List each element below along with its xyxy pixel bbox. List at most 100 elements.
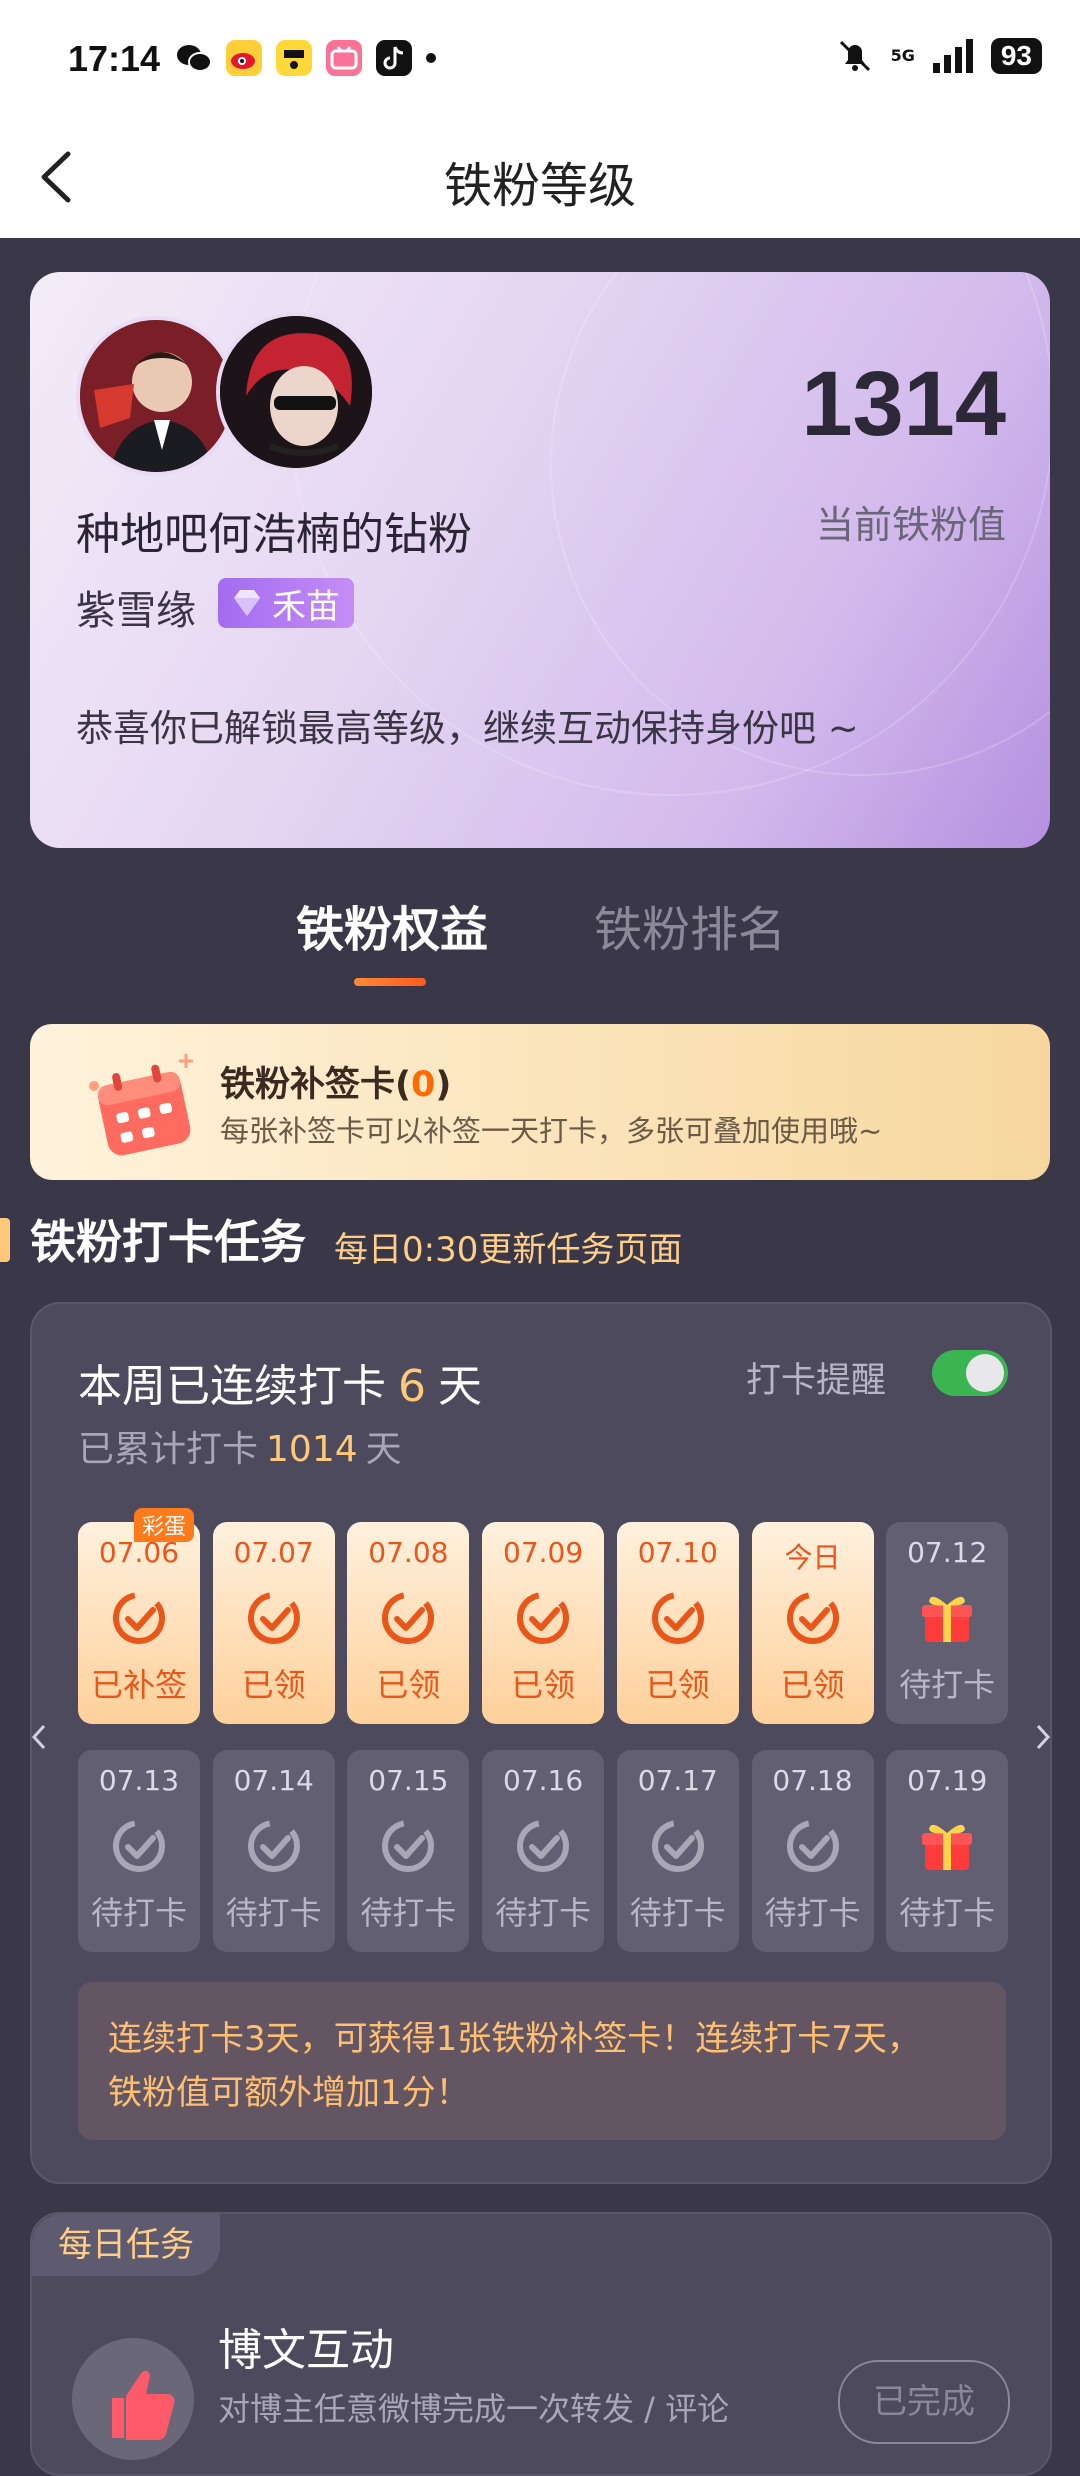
checkin-day-1[interactable]: 07.06 已补签 彩蛋 <box>78 1508 200 1724</box>
tab-fan-ranking[interactable]: 铁粉排名 <box>594 890 786 960</box>
easter-egg-badge: 彩蛋 <box>134 1508 195 1542</box>
check-circle-icon <box>244 1588 304 1648</box>
check-circle-icon <box>783 1816 843 1876</box>
checkin-rules-text: 连续打卡3天，可获得1张铁粉补签卡！连续打卡7天， 铁粉值可额外增加1分！ <box>108 2019 921 2113</box>
checkin-day-date: 07.10 <box>637 1536 718 1569</box>
checkin-day-2[interactable]: 07.07 已领 <box>212 1522 335 1724</box>
check-circle-icon <box>378 1588 438 1648</box>
check-circle-icon <box>378 1816 438 1876</box>
mute-bell-icon <box>839 40 870 72</box>
checkin-day-date: 今日 <box>784 1541 841 1574</box>
checkin-day-date: 07.19 <box>907 1764 988 1797</box>
checkin-day-6[interactable]: 今日 已领 <box>751 1522 874 1724</box>
check-circle-icon <box>244 1816 304 1876</box>
checkin-day-7[interactable]: 07.12 待打卡 <box>886 1522 1009 1724</box>
checkin-day-12[interactable]: 07.17 待打卡 <box>616 1750 739 1952</box>
notification-icons <box>176 40 436 76</box>
tiktok-icon <box>376 40 412 76</box>
page-title: 铁粉等级 <box>443 158 636 214</box>
fan-level-title: 种地吧何浩楠的钻粉 <box>76 509 472 560</box>
checkin-panel: 本周已连续打卡 6 天 已累计打卡 1014 天 打卡提醒 07.06 已补签 彩蛋 07.0… <box>30 1302 1052 2184</box>
fan-badge: 禾苗 <box>218 578 354 628</box>
active-tab-indicator <box>354 978 426 986</box>
checkin-day-status: 已领 <box>376 1666 441 1704</box>
signal-icon <box>932 39 973 73</box>
check-circle-icon <box>109 1588 169 1648</box>
checkin-day-date: 07.08 <box>368 1536 449 1569</box>
check-circle-icon <box>648 1816 708 1876</box>
makeup-card-desc: 每张补签卡可以补签一天打卡，多张可叠加使用哦~ <box>220 1114 883 1148</box>
fan-score-value: 1314 <box>801 353 1006 455</box>
checkin-reminder-toggle[interactable] <box>932 1350 1008 1396</box>
checkin-reminder-label: 打卡提醒 <box>745 1361 886 1401</box>
more-notifications-dot <box>426 53 436 63</box>
checkin-day-3[interactable]: 07.08 已领 <box>347 1522 470 1724</box>
bilibili-icon <box>326 40 362 76</box>
app-yellow-icon <box>276 40 312 76</box>
checkin-day-status: 待打卡 <box>764 1894 861 1932</box>
checkin-day-14[interactable]: 07.19 待打卡 <box>886 1750 1009 1952</box>
makeup-card-title: 铁粉补签卡(0) <box>220 1065 452 1105</box>
checkin-day-8[interactable]: 07.13 待打卡 <box>78 1750 200 1952</box>
gift-icon <box>917 1588 977 1648</box>
checkin-day-date: 07.13 <box>98 1764 180 1797</box>
check-circle-icon <box>648 1588 708 1648</box>
weekly-streak: 本周已连续打卡 6 天 <box>78 1361 482 1412</box>
thumbs-up-icon <box>72 2338 194 2460</box>
checkin-day-date: 07.07 <box>233 1536 314 1569</box>
check-circle-icon <box>783 1588 843 1648</box>
checkin-day-10[interactable]: 07.15 待打卡 <box>347 1750 470 1952</box>
checkin-section-title: 铁粉打卡任务 <box>30 1215 306 1269</box>
wechat-icon <box>176 40 212 76</box>
checkin-section-subtitle: 每日0:30更新任务页面 <box>334 1230 683 1270</box>
toggle-knob <box>966 1354 1004 1392</box>
checkin-day-9[interactable]: 07.14 待打卡 <box>212 1750 335 1952</box>
checkin-day-date: 07.16 <box>503 1764 584 1797</box>
checkin-day-11[interactable]: 07.16 待打卡 <box>482 1750 605 1952</box>
makeup-card-banner[interactable]: 铁粉补签卡(0) 每张补签卡可以补签一天打卡，多张可叠加使用哦~ <box>30 1024 1050 1180</box>
checkin-day-status: 待打卡 <box>629 1894 726 1932</box>
battery-level: 93 <box>990 38 1042 74</box>
checkin-day-status: 已领 <box>645 1666 710 1704</box>
fan-score-label: 当前铁粉值 <box>815 503 1006 547</box>
gift-icon <box>917 1816 977 1876</box>
checkin-day-date: 07.15 <box>368 1764 449 1797</box>
check-circle-icon <box>513 1816 573 1876</box>
network-type: 5G <box>890 46 915 65</box>
checkin-day-status: 待打卡 <box>90 1894 187 1932</box>
congrats-text: 恭喜你已解锁最高等级，继续互动保持身份吧 ~ <box>76 707 859 750</box>
prev-week-arrow-icon[interactable] <box>28 1722 52 1752</box>
checkin-day-13[interactable]: 07.18 待打卡 <box>751 1750 874 1952</box>
daily-task-tag: 每日任务 <box>32 2214 220 2276</box>
fan-username: 紫雪缘 <box>76 588 196 634</box>
daily-task-status-button[interactable]: 已完成 <box>838 2360 1010 2444</box>
checkin-day-date: 07.18 <box>772 1764 853 1797</box>
total-checkin-days: 1014 <box>266 1429 358 1470</box>
status-bar: 17:14 5G 93 <box>0 0 1080 120</box>
checkin-day-status: 待打卡 <box>225 1894 322 1932</box>
tab-fan-benefits[interactable]: 铁粉权益 <box>296 890 488 960</box>
checkin-day-5[interactable]: 07.10 已领 <box>616 1522 739 1724</box>
total-checkins: 已累计打卡 1014 天 <box>78 1429 402 1470</box>
fan-level-card: 1314 当前铁粉值 种地吧何浩楠的钻粉 紫雪缘 禾苗 恭喜你已解锁最高等级，继… <box>30 272 1050 848</box>
weibo-icon <box>226 40 262 76</box>
checkin-day-status: 已领 <box>241 1666 306 1704</box>
checkin-day-4[interactable]: 07.09 已领 <box>482 1522 605 1724</box>
makeup-card-count: 0 <box>411 1065 436 1105</box>
checkin-day-status: 待打卡 <box>899 1666 996 1704</box>
checkin-day-status: 待打卡 <box>495 1894 592 1932</box>
checkin-day-date: 07.17 <box>637 1764 718 1797</box>
checkin-day-status: 待打卡 <box>360 1894 457 1932</box>
fan-avatar <box>76 316 236 476</box>
status-right: 5G 93 <box>837 38 1042 74</box>
checkin-rules-tip: 连续打卡3天，可获得1张铁粉补签卡！连续打卡7天， 铁粉值可额外增加1分！ <box>78 1982 1006 2140</box>
checkin-day-date: 07.12 <box>907 1536 988 1569</box>
title-bar: 铁粉等级 <box>0 120 1080 238</box>
check-circle-icon <box>513 1588 573 1648</box>
idol-avatar <box>216 312 376 472</box>
next-week-arrow-icon[interactable] <box>1030 1722 1054 1752</box>
checkin-day-status: 已领 <box>780 1666 845 1704</box>
checkin-day-date: 07.14 <box>233 1764 314 1797</box>
section-accent-bar <box>0 1218 10 1262</box>
check-circle-icon <box>109 1816 169 1876</box>
